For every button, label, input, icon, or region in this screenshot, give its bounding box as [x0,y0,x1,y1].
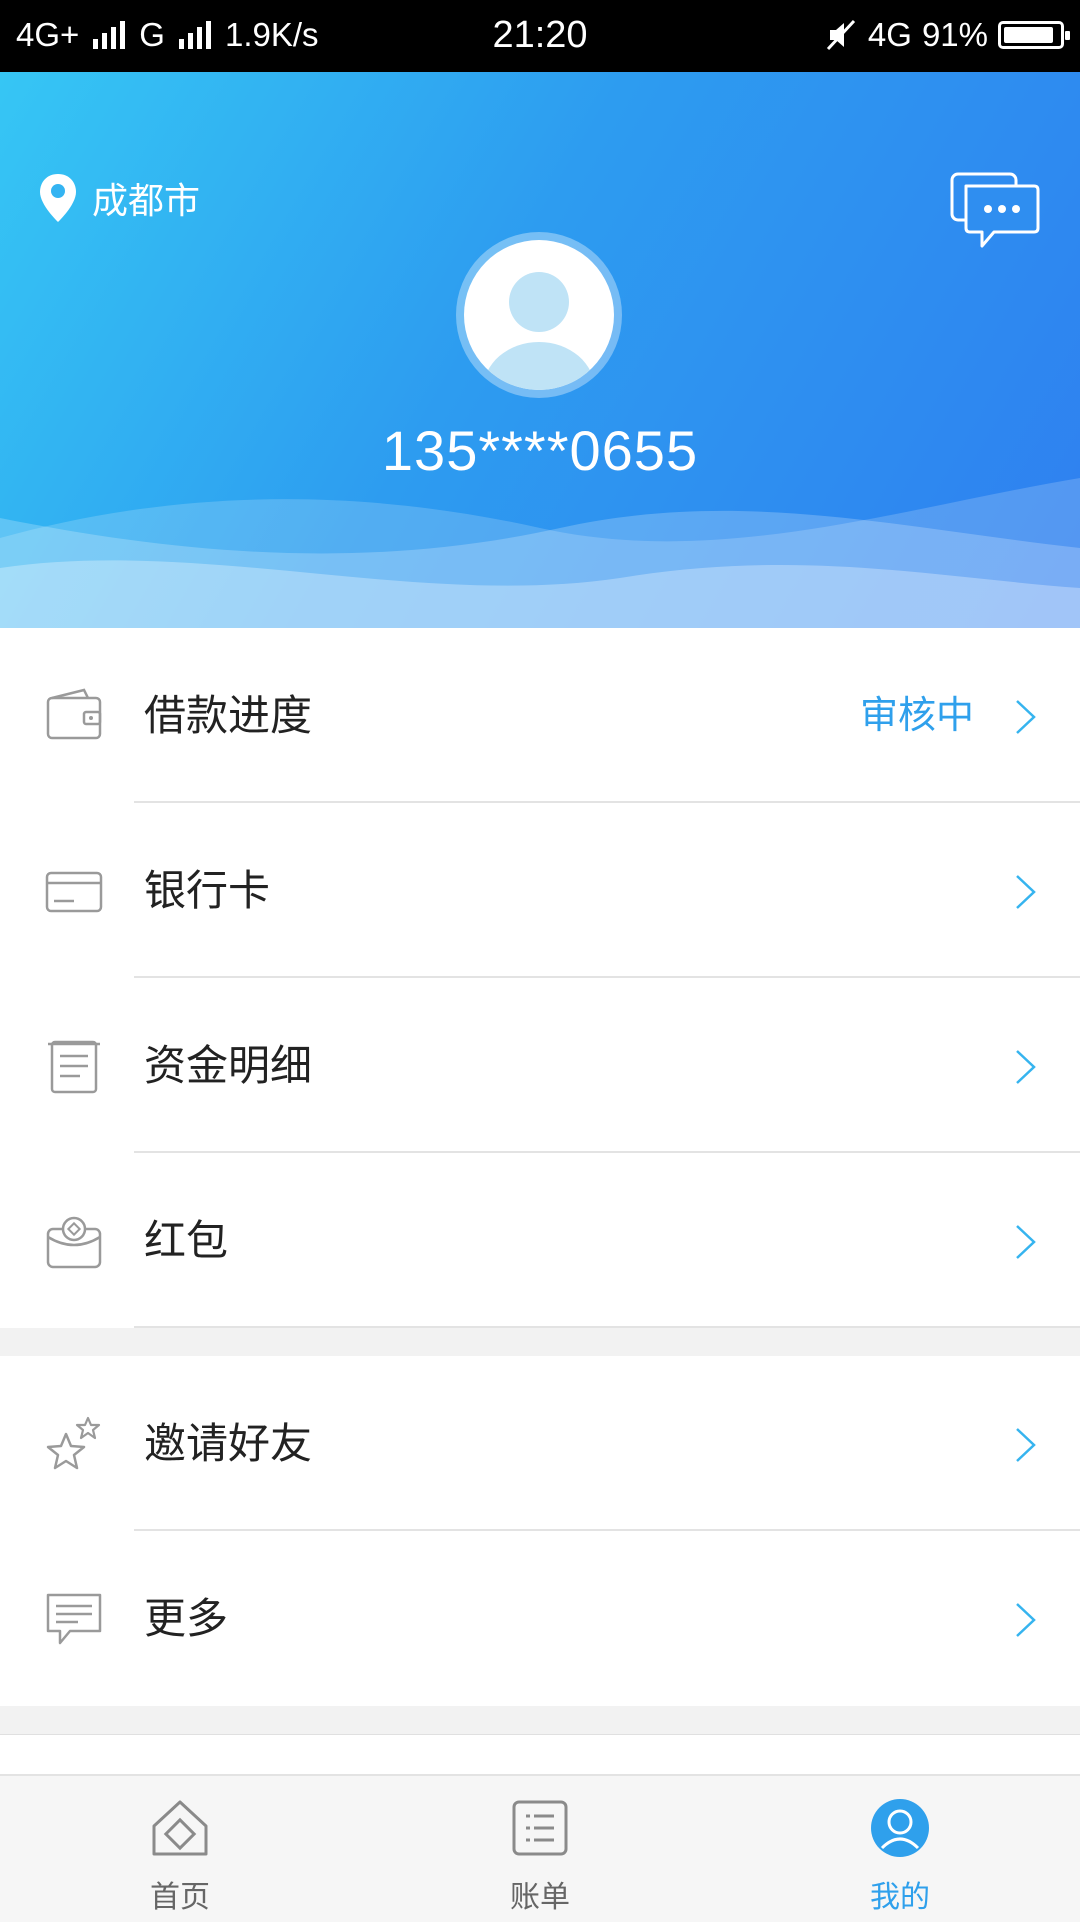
menu-label: 更多 [144,1594,229,1643]
location-selector[interactable]: 成都市 [38,172,200,224]
menu-group-account: 借款进度 审核中 银行卡 资金明细 红包 [0,628,1080,1328]
invite-stars-icon [46,1416,101,1470]
profile-header: 成都市 135****0655 [0,72,1080,628]
menu-item-bank-card[interactable]: 银行卡 [0,803,1080,978]
wave-decoration [0,478,1080,628]
status-bar: 4G+ G 1.9K/s 21:20 4G 91% [0,0,1080,72]
bill-list-icon [512,1800,568,1856]
menu-item-fund-details[interactable]: 资金明细 [0,978,1080,1153]
message-bubbles-icon[interactable] [950,172,1040,252]
home-icon [152,1800,208,1856]
menu-label: 邀请好友 [144,1419,313,1468]
chevron-right-icon [1016,1225,1036,1259]
bottom-tab-bar: 首页 账单 我的 [0,1774,1080,1922]
default-avatar-icon [464,240,614,390]
divider [134,1326,1080,1328]
ledger-icon [48,1040,100,1094]
battery-fill [1004,27,1054,43]
bank-card-icon [45,871,103,913]
menu-item-red-envelope[interactable]: 红包 [0,1153,1080,1328]
battery-icon [998,21,1070,49]
chevron-right-icon [1016,875,1036,909]
tab-label: 我的 [870,1880,930,1915]
menu-group-other: 邀请好友 更多 [0,1356,1080,1706]
battery-percent: 91% [921,16,988,53]
mute-icon [826,19,856,51]
location-label: 成都市 [92,181,201,222]
tab-mine[interactable]: 我的 [720,1776,1080,1922]
wallet-icon [46,688,102,740]
chevron-right-icon [1016,1428,1036,1462]
menu-group-partial [0,1734,1080,1775]
tab-label: 首页 [150,1880,210,1915]
status-right: 4G 91% [824,16,1070,54]
chevron-right-icon [1016,1603,1036,1637]
profile-icon [871,1799,929,1857]
menu-item-more[interactable]: 更多 [0,1531,1080,1706]
menu-label: 红包 [144,1216,229,1265]
tab-bill[interactable]: 账单 [360,1776,720,1922]
red-envelope-icon [46,1216,102,1269]
network-type-right: 4G [867,16,912,53]
menu-label: 资金明细 [144,1041,313,1090]
menu-label: 银行卡 [144,866,271,915]
chevron-right-icon [1016,1050,1036,1084]
location-pin-icon [40,174,76,222]
menu-item-loan-progress[interactable]: 借款进度 审核中 [0,628,1080,803]
tab-home[interactable]: 首页 [0,1776,360,1922]
menu-item-invite-friends[interactable]: 邀请好友 [0,1356,1080,1531]
status-badge: 审核中 [859,693,974,737]
tab-label: 账单 [510,1880,570,1915]
more-message-icon [46,1593,102,1645]
menu-label: 借款进度 [144,691,313,740]
avatar[interactable] [456,232,622,398]
chevron-right-icon [1016,700,1036,734]
